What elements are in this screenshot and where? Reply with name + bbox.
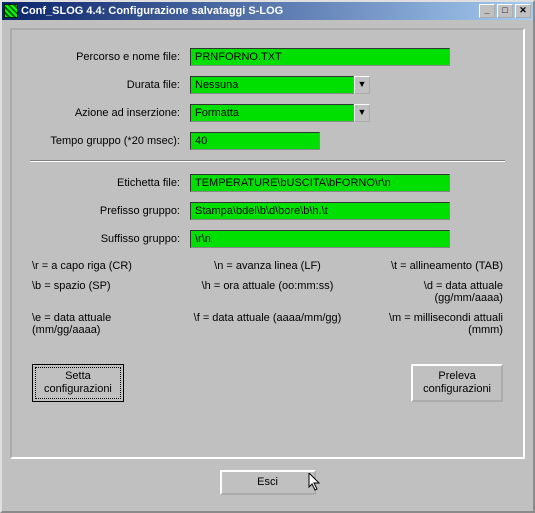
legend-h: \h = ora attuale (oo:mm:ss) bbox=[192, 280, 342, 304]
main-panel: Percorso e nome file: PRNFORNO.TXT Durat… bbox=[10, 28, 525, 459]
exit-button[interactable]: Esci bbox=[220, 470, 316, 495]
group-time-value: 40 bbox=[195, 135, 207, 147]
prefix-input[interactable]: Stampa\bdel\b\d\bore\b\h.\t bbox=[190, 202, 450, 220]
legend-f: \f = data attuale (aaaa/mm/gg) bbox=[192, 312, 342, 336]
app-icon bbox=[4, 4, 18, 18]
client-area: Percorso e nome file: PRNFORNO.TXT Durat… bbox=[2, 20, 533, 511]
filelabel-label: Etichetta file: bbox=[30, 177, 190, 189]
legend-e: \e = data attuale (mm/gg/aaaa) bbox=[32, 312, 182, 336]
legend-d: \d = data attuale (gg/mm/aaaa) bbox=[353, 280, 503, 304]
prefix-value: Stampa\bdel\b\d\bore\b\h.\t bbox=[195, 205, 328, 217]
config-button-row: Setta configurazioni Preleva configurazi… bbox=[30, 364, 505, 402]
suffix-value: \r\n bbox=[195, 233, 211, 245]
legend-grid: \r = a capo riga (CR) \n = avanza linea … bbox=[32, 260, 503, 336]
legend-t: \t = allineamento (TAB) bbox=[353, 260, 503, 272]
legend-r: \r = a capo riga (CR) bbox=[32, 260, 182, 272]
legend-b: \b = spazio (SP) bbox=[32, 280, 182, 304]
duration-label: Durata file: bbox=[30, 79, 190, 91]
group-time-input[interactable]: 40 bbox=[190, 132, 320, 150]
separator bbox=[30, 160, 505, 162]
legend-n: \n = avanza linea (LF) bbox=[192, 260, 342, 272]
bottom-bar: Esci bbox=[10, 459, 525, 505]
filelabel-value: TEMPERATURE\bUSCITA\bFORNO\r\n bbox=[195, 177, 391, 189]
path-input[interactable]: PRNFORNO.TXT bbox=[190, 48, 450, 66]
prefix-label: Prefisso gruppo: bbox=[30, 205, 190, 217]
close-button[interactable]: ✕ bbox=[515, 4, 531, 18]
action-combo[interactable]: Formatta ▼ bbox=[190, 104, 370, 122]
title-bar: Conf_SLOG 4.4: Configurazione salvataggi… bbox=[2, 2, 533, 20]
action-value: Formatta bbox=[195, 107, 239, 119]
get-config-button[interactable]: Preleva configurazioni bbox=[411, 364, 503, 402]
action-label: Azione ad inserzione: bbox=[30, 107, 190, 119]
window-title: Conf_SLOG 4.4: Configurazione salvataggi… bbox=[21, 5, 479, 17]
filelabel-input[interactable]: TEMPERATURE\bUSCITA\bFORNO\r\n bbox=[190, 174, 450, 192]
set-config-button[interactable]: Setta configurazioni bbox=[32, 364, 124, 402]
legend-m: \m = millisecondi attuali (mmm) bbox=[353, 312, 503, 336]
path-value: PRNFORNO.TXT bbox=[195, 51, 282, 63]
window-controls: _ □ ✕ bbox=[479, 4, 531, 18]
duration-combo[interactable]: Nessuna ▼ bbox=[190, 76, 370, 94]
group-time-label: Tempo gruppo (*20 msec): bbox=[30, 135, 190, 147]
chevron-down-icon[interactable]: ▼ bbox=[354, 104, 370, 122]
maximize-button[interactable]: □ bbox=[497, 4, 513, 18]
window-frame: Conf_SLOG 4.4: Configurazione salvataggi… bbox=[0, 0, 535, 513]
chevron-down-icon[interactable]: ▼ bbox=[354, 76, 370, 94]
suffix-input[interactable]: \r\n bbox=[190, 230, 450, 248]
suffix-label: Suffisso gruppo: bbox=[30, 233, 190, 245]
path-label: Percorso e nome file: bbox=[30, 51, 190, 63]
minimize-button[interactable]: _ bbox=[479, 4, 495, 18]
duration-value: Nessuna bbox=[195, 79, 238, 91]
